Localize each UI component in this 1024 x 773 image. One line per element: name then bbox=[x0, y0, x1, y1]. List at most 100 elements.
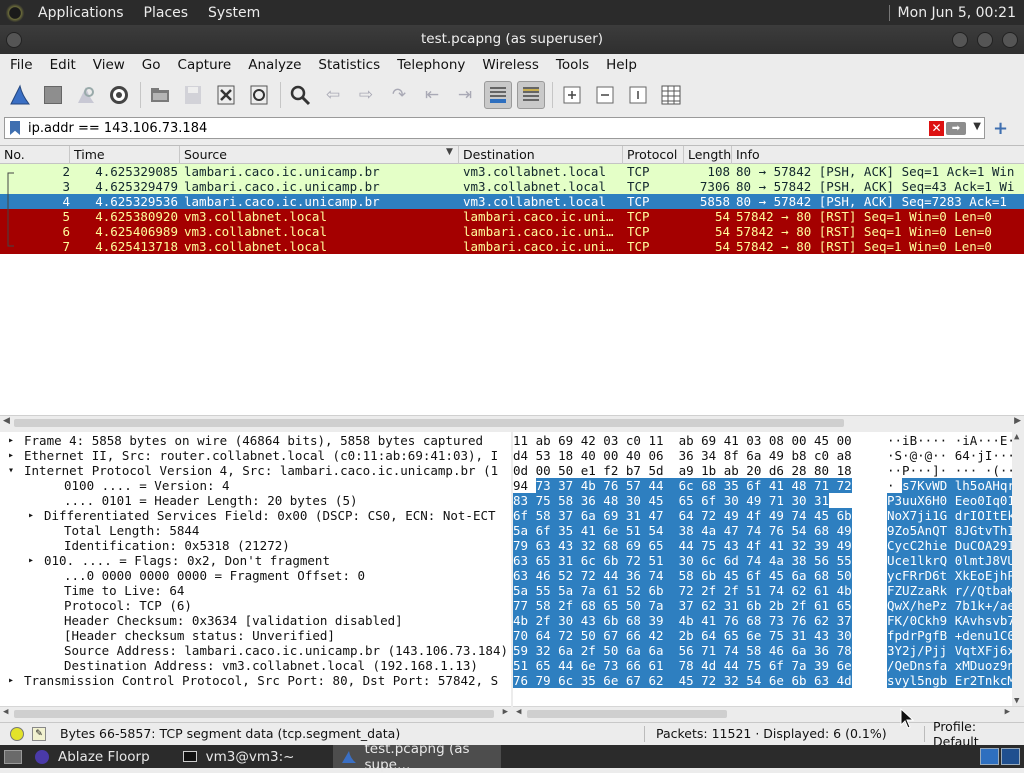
detail-tree-item[interactable]: [Header checksum status: Unverified] bbox=[0, 628, 511, 643]
packet-row[interactable]: 6 4.625406989 vm3.collabnet.local lambari.c… bbox=[0, 224, 1024, 239]
capture-options-gear-icon[interactable] bbox=[105, 81, 133, 109]
detail-tree-item[interactable]: ▸ Frame 4: 5858 bytes on wire (46864 bits… bbox=[0, 433, 511, 448]
zoom-in-icon[interactable] bbox=[558, 81, 586, 109]
column-info[interactable]: Info bbox=[732, 146, 1024, 164]
column-length[interactable]: Length bbox=[684, 146, 732, 164]
menu-analyze[interactable]: Analyze bbox=[238, 57, 308, 73]
packet-row[interactable]: 2 4.625329085 lambari.caco.ic.unicamp.br vm… bbox=[0, 164, 1024, 179]
hex-dump-row[interactable]: 6f 58 37 6a 69 31 47 64 72 49 4f 49 74 4… bbox=[513, 508, 1024, 523]
restart-icon[interactable] bbox=[72, 81, 100, 109]
detail-tree-item[interactable]: ▸ Transmission Control Protocol, Src Port… bbox=[0, 673, 511, 688]
hex-dump-row[interactable]: 5a 6f 35 41 6e 51 54 38 4a 47 74 76 54 6… bbox=[513, 523, 1024, 538]
detail-tree-item[interactable]: Protocol: TCP (6) bbox=[0, 598, 511, 613]
menu-applications[interactable]: Applications bbox=[28, 5, 134, 21]
hex-dump-row[interactable]: 0d 00 50 e1 f2 b7 5d a9 1b ab 20 d6 28 8… bbox=[513, 463, 1024, 478]
detail-tree-item[interactable]: Destination Address: vm3.collabnet.local… bbox=[0, 658, 511, 673]
menu-edit[interactable]: Edit bbox=[40, 57, 83, 73]
column-time[interactable]: Time bbox=[70, 146, 180, 164]
column-destination[interactable]: Destination bbox=[459, 146, 623, 164]
window-titlebar[interactable]: test.pcapng (as superuser) bbox=[0, 25, 1024, 54]
detail-tree-item[interactable]: ▾ Internet Protocol Version 4, Src: lamba… bbox=[0, 463, 511, 478]
hex-dump-row[interactable]: 63 65 31 6c 6b 72 51 30 6c 6d 74 4a 38 5… bbox=[513, 553, 1024, 568]
detail-tree-item[interactable]: ▸ Ethernet II, Src: router.collabnet.loca… bbox=[0, 448, 511, 463]
maximize-icon[interactable] bbox=[977, 32, 993, 48]
menu-go[interactable]: Go bbox=[132, 57, 168, 73]
detail-tree-item[interactable]: ...0 0000 0000 0000 = Fragment Offset: 0 bbox=[0, 568, 511, 583]
last-packet-icon[interactable]: ⇥ bbox=[451, 81, 479, 109]
workspace-switcher[interactable] bbox=[980, 748, 1020, 765]
autoscroll-icon[interactable] bbox=[484, 81, 512, 109]
first-packet-icon[interactable]: ⇤ bbox=[418, 81, 446, 109]
apply-filter-arrow-icon[interactable]: ➡ bbox=[946, 122, 966, 135]
show-desktop-icon[interactable] bbox=[0, 745, 26, 768]
hex-dump-row[interactable]: 5a 55 5a 7a 61 52 6b 72 2f 2f 51 74 62 6… bbox=[513, 583, 1024, 598]
save-icon[interactable] bbox=[179, 81, 207, 109]
taskbar-item-terminal[interactable]: vm3@vm3:~ bbox=[174, 745, 303, 768]
column-protocol[interactable]: Protocol bbox=[623, 146, 684, 164]
colorize-icon[interactable] bbox=[517, 81, 545, 109]
detail-tree-item[interactable]: Source Address: lambari.caco.ic.unicamp.… bbox=[0, 643, 511, 658]
column-no[interactable]: No. bbox=[0, 146, 70, 164]
collapsed-arrow-icon[interactable]: ▸ bbox=[8, 673, 14, 688]
reload-icon[interactable] bbox=[245, 81, 273, 109]
detail-tree-item[interactable]: ▸ Differentiated Services Field: 0x00 (DS… bbox=[0, 508, 511, 523]
hex-dump-row[interactable]: 94 73 37 4b 76 57 44 6c 68 35 6f 41 48 7… bbox=[513, 478, 1024, 493]
workspace-2-icon[interactable] bbox=[1001, 748, 1020, 765]
detail-tree-item[interactable]: ▸ 010. .... = Flags: 0x2, Don't fragment bbox=[0, 553, 511, 568]
open-folder-icon[interactable] bbox=[146, 81, 174, 109]
go-forward-icon[interactable]: ⇨ bbox=[352, 81, 380, 109]
bytes-vertical-scrollbar[interactable]: ▲ ▼ bbox=[1012, 432, 1024, 706]
zoom-out-icon[interactable] bbox=[591, 81, 619, 109]
hex-dump-row[interactable]: 63 46 52 72 44 36 74 58 6b 45 6f 45 6a 6… bbox=[513, 568, 1024, 583]
menu-file[interactable]: File bbox=[0, 57, 40, 73]
hex-dump-row[interactable]: 83 75 58 36 48 30 45 65 6f 30 49 71 30 3… bbox=[513, 493, 1024, 508]
go-back-icon[interactable]: ⇦ bbox=[319, 81, 347, 109]
shark-fin-start-icon[interactable] bbox=[6, 81, 34, 109]
packet-list-horizontal-scrollbar[interactable]: ◀ ▶ bbox=[0, 415, 1024, 429]
minimize-icon[interactable] bbox=[952, 32, 968, 48]
detail-tree-item[interactable]: Header Checksum: 0x3634 [validation disa… bbox=[0, 613, 511, 628]
menu-places[interactable]: Places bbox=[134, 5, 199, 21]
menu-capture[interactable]: Capture bbox=[168, 57, 239, 73]
detail-tree-item[interactable]: 0100 .... = Version: 4 bbox=[0, 478, 511, 493]
scrollbar-thumb[interactable] bbox=[14, 419, 844, 427]
collapsed-arrow-icon[interactable]: ▸ bbox=[8, 433, 14, 448]
hex-dump-row[interactable]: 59 32 6a 2f 50 6a 6a 56 71 74 58 46 6a 3… bbox=[513, 643, 1024, 658]
column-source[interactable]: Source bbox=[180, 146, 459, 164]
taskbar-item-browser[interactable]: Ablaze Floorp bbox=[26, 745, 158, 768]
expert-info-led-icon[interactable] bbox=[10, 726, 24, 741]
detail-tree-item[interactable]: Total Length: 5844 bbox=[0, 523, 511, 538]
menu-help[interactable]: Help bbox=[596, 57, 644, 73]
capture-comment-icon[interactable]: ✎ bbox=[32, 726, 46, 741]
normal-size-icon[interactable] bbox=[624, 81, 652, 109]
expanded-arrow-icon[interactable]: ▾ bbox=[8, 463, 14, 478]
taskbar-item-wireshark[interactable]: test.pcapng (as supe… bbox=[332, 741, 501, 773]
display-filter-field[interactable]: ✕ ➡ ▼ bbox=[4, 117, 985, 139]
hex-dump-row[interactable]: 70 64 72 50 67 66 42 2b 64 65 6e 75 31 4… bbox=[513, 628, 1024, 643]
os-logo-icon[interactable] bbox=[4, 1, 26, 24]
collapsed-arrow-icon[interactable]: ▸ bbox=[28, 508, 34, 523]
menu-view[interactable]: View bbox=[83, 57, 132, 73]
add-filter-button-icon[interactable]: + bbox=[993, 118, 1008, 139]
hex-dump-row[interactable]: 77 58 2f 68 65 50 7a 37 62 31 6b 2b 2f 6… bbox=[513, 598, 1024, 613]
detail-tree-item[interactable]: Time to Live: 64 bbox=[0, 583, 511, 598]
packet-row[interactable]: 4 4.625329536 lambari.caco.ic.unicamp.br vm… bbox=[0, 194, 1024, 209]
workspace-1-icon[interactable] bbox=[980, 748, 999, 765]
stop-icon[interactable] bbox=[39, 81, 67, 109]
window-menu-icon[interactable] bbox=[6, 32, 22, 48]
status-profile[interactable]: Profile: Default bbox=[933, 719, 1024, 749]
details-horizontal-scrollbar[interactable]: ◀ ▶ bbox=[0, 706, 511, 720]
menu-wireless[interactable]: Wireless bbox=[472, 57, 546, 73]
clock[interactable]: Mon Jun 5, 00:21 bbox=[898, 5, 1024, 21]
chevron-down-icon[interactable]: ▼ bbox=[973, 121, 981, 132]
packet-row[interactable]: 7 4.625413718 vm3.collabnet.local lambari.c… bbox=[0, 239, 1024, 254]
collapsed-arrow-icon[interactable]: ▸ bbox=[8, 448, 14, 463]
clear-filter-icon[interactable]: ✕ bbox=[929, 121, 944, 136]
menu-system[interactable]: System bbox=[198, 5, 270, 21]
detail-tree-item[interactable]: .... 0101 = Header Length: 20 bytes (5) bbox=[0, 493, 511, 508]
packet-row[interactable]: 5 4.625380920 vm3.collabnet.local lambari.c… bbox=[0, 209, 1024, 224]
collapsed-arrow-icon[interactable]: ▸ bbox=[28, 553, 34, 568]
menu-tools[interactable]: Tools bbox=[546, 57, 596, 73]
menu-statistics[interactable]: Statistics bbox=[308, 57, 387, 73]
hex-dump-row[interactable]: 76 79 6c 35 6e 67 62 45 72 32 54 6e 6b 6… bbox=[513, 673, 1024, 688]
